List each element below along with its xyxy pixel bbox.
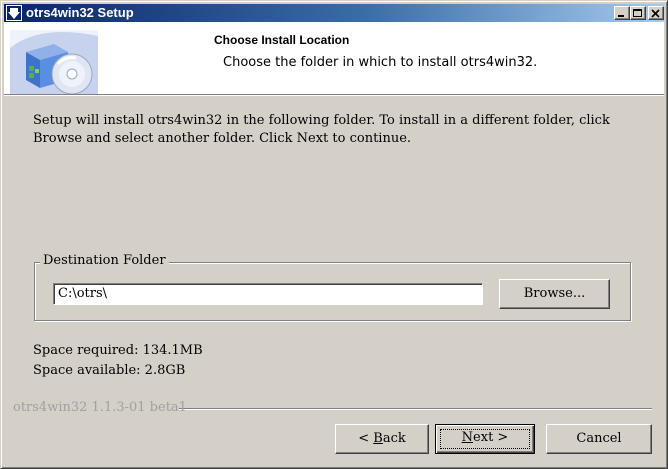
space-available: Space available: 2.8GB <box>33 363 186 378</box>
brand-version-label: otrs4win32 1.1.3-01 beta1 <box>13 400 187 415</box>
space-required: Space required: 134.1MB <box>33 343 203 358</box>
minimize-button[interactable] <box>614 6 630 20</box>
maximize-icon <box>633 9 642 17</box>
next-accelerator: N <box>461 430 474 445</box>
cancel-button[interactable]: Cancel <box>546 424 652 454</box>
back-label: ack <box>382 431 406 446</box>
browse-button[interactable]: Browse... <box>499 279 610 309</box>
intro-text: Setup will install otrs4win32 in the fol… <box>33 113 610 146</box>
page-subtitle: Choose the folder in which to install ot… <box>223 55 538 70</box>
back-prefix: < <box>358 431 374 446</box>
close-button[interactable] <box>648 6 664 20</box>
title-bar[interactable]: otrs4win32 Setup <box>4 4 664 22</box>
back-button[interactable]: < Back <box>335 424 429 454</box>
page-title: Choose Install Location <box>214 33 350 47</box>
next-button[interactable]: Next > <box>435 424 535 454</box>
installer-arrow-icon <box>6 5 22 21</box>
minimize-icon <box>618 15 624 17</box>
header-banner: Choose Install Location Choose the folde… <box>4 22 664 94</box>
next-label: ext > <box>473 430 509 445</box>
maximize-button[interactable] <box>630 6 646 20</box>
header-divider <box>4 94 664 96</box>
destination-folder-label: Destination Folder <box>40 253 169 269</box>
destination-path-input[interactable]: C:\otrs\ <box>53 283 483 305</box>
close-icon <box>651 9 660 18</box>
window-title: otrs4win32 Setup <box>26 5 134 20</box>
back-accelerator: B <box>373 431 383 446</box>
install-box-cd-icon <box>10 30 98 94</box>
setup-window: otrs4win32 Setup Choose Install Location <box>0 0 668 469</box>
footer-divider <box>179 408 652 410</box>
